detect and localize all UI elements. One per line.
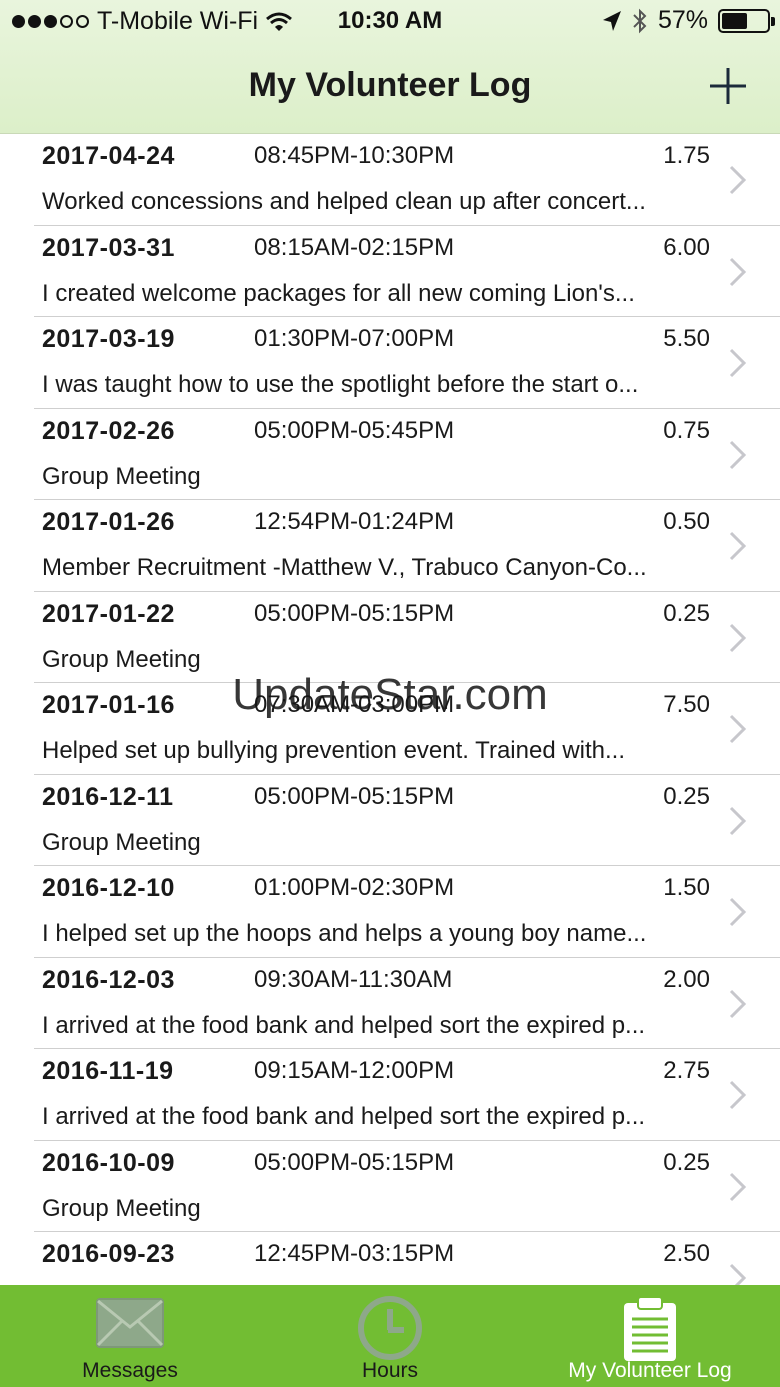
log-entry-row[interactable]: 2017-01-16 07:30AM-03:00PM 7.50 Helped set … — [0, 683, 780, 775]
log-entry-row[interactable]: 2016-12-11 05:00PM-05:15PM 0.25 Group Meeti… — [0, 775, 780, 867]
entry-hours: 0.25 — [663, 599, 710, 627]
entry-date: 2017-02-26 — [42, 416, 175, 445]
entry-hours: 5.50 — [663, 325, 710, 352]
entry-time-range: 01:00PM-02:30PM — [254, 874, 455, 901]
entry-hours: 6.00 — [663, 233, 710, 261]
entry-time-range: 08:15AM-02:15PM — [254, 233, 455, 261]
log-entry-row[interactable]: 2016-11-19 09:15AM-12:00PM 2.75 I arrived a… — [0, 1049, 780, 1141]
entry-description: Group Meeting — [42, 828, 201, 856]
log-entry-row[interactable]: 2017-04-24 08:45PM-10:30PM 1.75 Worked conc… — [0, 134, 780, 226]
log-entry-row[interactable]: 2017-03-19 01:30PM-07:00PM 5.50 I was taugh… — [0, 317, 780, 409]
chevron-right-icon — [729, 989, 747, 1018]
bluetooth-icon — [633, 8, 647, 33]
battery-percent: 57% — [657, 6, 708, 34]
entry-description: Member Recruitment -Matthew V., Trabuco … — [42, 554, 647, 581]
location-arrow-icon — [602, 10, 621, 31]
entry-date: 2016-12-11 — [42, 782, 174, 811]
entry-hours: 2.75 — [663, 1057, 710, 1084]
plus-icon — [710, 68, 746, 104]
entry-date: 2016-10-09 — [42, 1148, 175, 1177]
tab-bar: Messages Hours My Volunteer Log — [0, 1285, 780, 1387]
entry-date: 2016-09-23 — [42, 1240, 175, 1268]
log-entry-row[interactable]: 2017-02-26 05:00PM-05:45PM 0.75 Group Meeti… — [0, 409, 780, 501]
page-title: My Volunteer Log — [248, 66, 532, 104]
entry-hours: 2.00 — [663, 965, 710, 993]
entry-time-range: 05:00PM-05:45PM — [254, 416, 455, 444]
chevron-right-icon — [729, 897, 747, 927]
entry-time-range: 12:45PM-03:15PM — [254, 1240, 455, 1267]
entry-hours: 7.50 — [663, 691, 710, 718]
entry-time-range: 09:30AM-11:30AM — [254, 965, 453, 993]
entry-time-range: 07:30AM-03:00PM — [254, 691, 455, 718]
clipboard-icon — [624, 1296, 676, 1361]
header: T-Mobile Wi-Fi 10:30 AM 57% My Volunteer… — [0, 0, 780, 134]
entry-date: 2016-11-19 — [42, 1057, 174, 1085]
entry-date: 2017-03-19 — [42, 325, 175, 353]
volunteer-log-list[interactable]: 2017-04-24 08:45PM-10:30PM 1.75 Worked conc… — [0, 134, 780, 1285]
entry-description: I arrived at the food bank and helped so… — [42, 1103, 646, 1130]
entry-description: Helped set up bullying prevention event.… — [42, 737, 626, 764]
entry-date: 2017-04-24 — [42, 142, 175, 170]
entry-description: Group Meeting — [42, 1194, 201, 1222]
entry-hours: 0.75 — [663, 416, 710, 444]
chevron-right-icon — [729, 1080, 747, 1110]
entry-hours: 1.75 — [663, 142, 710, 169]
entry-date: 2017-01-22 — [42, 599, 175, 628]
chevron-right-icon — [729, 623, 747, 652]
chevron-right-icon — [729, 1263, 747, 1285]
entry-hours: 2.50 — [663, 1240, 710, 1267]
chevron-right-icon — [729, 714, 747, 744]
entry-time-range: 01:30PM-07:00PM — [254, 325, 455, 352]
status-bar: T-Mobile Wi-Fi 10:30 AM 57% — [0, 0, 780, 44]
entry-hours: 1.50 — [663, 874, 710, 901]
entry-description: I created welcome packages for all new c… — [42, 279, 635, 307]
entry-time-range: 05:00PM-05:15PM — [254, 1148, 455, 1176]
status-right: 57% — [602, 6, 775, 35]
chevron-right-icon — [729, 806, 747, 835]
battery-fill — [722, 12, 748, 29]
log-entry-row[interactable]: 2017-03-31 08:15AM-02:15PM 6.00 I created w… — [0, 226, 780, 318]
entry-description: Worked concessions and helped clean up a… — [42, 188, 646, 215]
log-entry-row[interactable]: 2016-09-23 12:45PM-03:15PM 2.50 — [0, 1232, 780, 1285]
envelope-icon — [96, 1298, 164, 1348]
chevron-right-icon — [729, 440, 747, 469]
entry-time-range: 09:15AM-12:00PM — [254, 1057, 455, 1084]
log-entry-row[interactable]: 2016-12-03 09:30AM-11:30AM 2.00 I arrived a… — [0, 958, 780, 1050]
tab-messages[interactable]: Messages — [0, 1285, 260, 1387]
entry-description: I arrived at the food bank and helped so… — [42, 1011, 646, 1039]
entry-hours: 0.25 — [663, 782, 710, 810]
entry-description: Group Meeting — [42, 462, 201, 490]
entry-hours: 0.50 — [663, 508, 710, 535]
entry-date: 2017-03-31 — [42, 233, 175, 262]
tab-label: Messages — [82, 1359, 178, 1382]
entry-description: Group Meeting — [42, 645, 201, 673]
tab-label: Hours — [361, 1359, 419, 1382]
tab-hours[interactable]: Hours — [260, 1285, 520, 1387]
log-entry-row[interactable]: 2016-12-10 01:00PM-02:30PM 1.50 I helped se… — [0, 866, 780, 958]
entry-date: 2017-01-16 — [42, 691, 175, 719]
log-entry-row[interactable]: 2017-01-22 05:00PM-05:15PM 0.25 Group Meeti… — [0, 592, 780, 684]
add-entry-button[interactable] — [704, 62, 752, 110]
clock-icon — [358, 1296, 422, 1360]
chevron-right-icon — [729, 165, 747, 195]
log-entry-row[interactable]: 2017-01-26 12:54PM-01:24PM 0.50 Member Recr… — [0, 500, 780, 592]
entry-time-range: 05:00PM-05:15PM — [254, 782, 455, 810]
chevron-right-icon — [729, 531, 747, 561]
chevron-right-icon — [729, 257, 747, 286]
chevron-right-icon — [729, 348, 747, 378]
battery-icon — [718, 8, 775, 33]
chevron-right-icon — [729, 1172, 747, 1201]
entry-description: I was taught how to use the spotlight be… — [42, 371, 639, 398]
entry-hours: 0.25 — [663, 1148, 710, 1176]
tab-label: My Volunteer Log — [568, 1359, 732, 1382]
log-entry-row[interactable]: 2016-10-09 05:00PM-05:15PM 0.25 Group Meeti… — [0, 1141, 780, 1233]
entry-time-range: 12:54PM-01:24PM — [254, 508, 455, 535]
entry-date: 2017-01-26 — [42, 508, 175, 536]
entry-time-range: 08:45PM-10:30PM — [254, 142, 455, 169]
tab-my-volunteer-log[interactable]: My Volunteer Log — [520, 1285, 780, 1387]
entry-date: 2016-12-03 — [42, 965, 175, 994]
entry-description: I helped set up the hoops and helps a yo… — [42, 920, 647, 947]
entry-date: 2016-12-10 — [42, 874, 175, 902]
entry-time-range: 05:00PM-05:15PM — [254, 599, 455, 627]
